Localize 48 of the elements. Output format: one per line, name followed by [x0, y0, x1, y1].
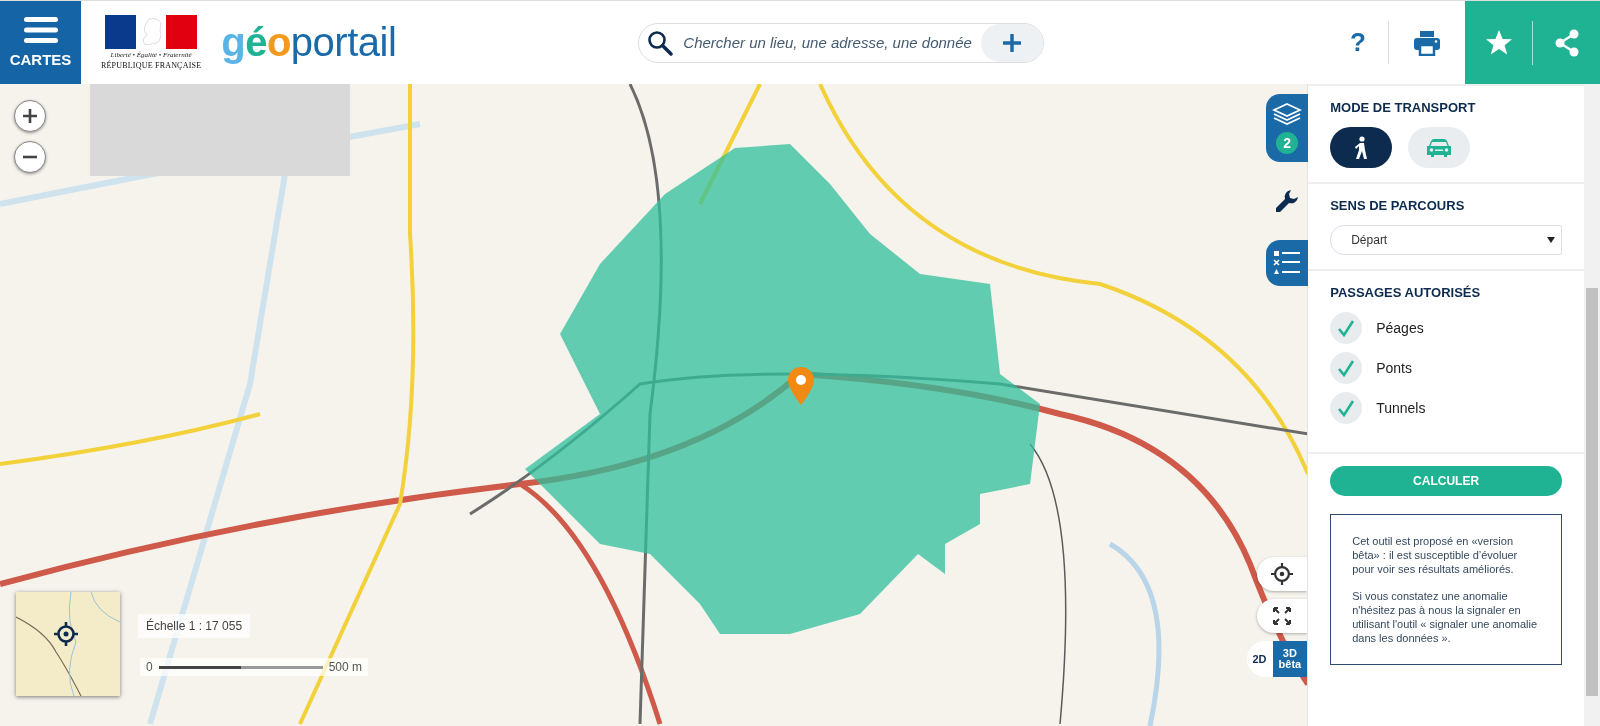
checkbox[interactable] — [1330, 392, 1363, 424]
plus-icon — [22, 108, 38, 124]
expand-icon — [1272, 606, 1293, 626]
checkbox-label: Tunnels — [1376, 400, 1426, 416]
checkmark-icon — [1337, 319, 1356, 337]
transport-mode-button[interactable] — [1330, 127, 1393, 168]
checkbox[interactable] — [1330, 352, 1363, 384]
checkmark-icon — [1337, 399, 1356, 417]
car-icon — [1426, 137, 1453, 158]
flag-icon — [105, 15, 198, 49]
help-button[interactable]: ? — [1328, 1, 1388, 84]
checkbox[interactable] — [1330, 312, 1363, 344]
checkmark-icon — [1337, 359, 1356, 377]
dropdown-arrow-icon — [1547, 237, 1555, 243]
share-icon — [1553, 28, 1580, 57]
printer-icon — [1413, 29, 1441, 56]
legend-tab[interactable] — [1266, 240, 1309, 286]
brand-logo: géoportail — [221, 20, 397, 65]
add-button[interactable] — [981, 23, 1044, 62]
scale-label: Échelle 1 : 17 055 — [138, 614, 251, 638]
star-icon — [1484, 29, 1513, 56]
location-pin-icon — [786, 366, 816, 406]
scrollbar[interactable] — [1584, 84, 1600, 726]
fullscreen-button[interactable] — [1257, 599, 1308, 633]
wrench-icon — [1274, 188, 1301, 214]
locate-button[interactable] — [1257, 557, 1308, 591]
checkbox-label: Péages — [1376, 320, 1424, 336]
republic-name: RÉPUBLIQUE FRANÇAISE — [101, 61, 202, 70]
cartes-menu-button[interactable]: CARTES — [0, 1, 81, 84]
notice-text: Cet outil est proposé en «version bêta» : il est susceptible d’évoluer pour voir ses résultats améliorés. — [1352, 535, 1519, 577]
direction-dropdown[interactable]: Départ — [1330, 225, 1562, 255]
minus-icon — [22, 155, 38, 159]
layer-count-badge: 2 — [1276, 132, 1299, 154]
section-title: MODE DE TRANSPORT — [1330, 100, 1477, 115]
menu-icon — [23, 17, 58, 43]
overview-map[interactable] — [16, 592, 120, 696]
section-title: PASSAGES AUTORISÉS — [1330, 285, 1482, 300]
search-icon — [647, 29, 674, 56]
checkbox-label: Ponts — [1376, 360, 1412, 376]
walking-person-icon — [1353, 135, 1370, 160]
notice-text: Si vous constatez une anomalie n'hésitez pas à nous la signaler en utilisant l'outil « signaler une anomalie dans les données ». — [1352, 589, 1539, 646]
plus-icon — [1003, 33, 1022, 52]
view-mode-toggle[interactable]: 3D bêta — [1272, 641, 1308, 677]
scale-bar: 0 500 m — [140, 658, 369, 676]
target-icon — [1271, 563, 1294, 585]
layers-icon — [1272, 102, 1303, 128]
section-title: SENS DE PARCOURS — [1330, 198, 1466, 213]
target-icon — [54, 622, 78, 646]
